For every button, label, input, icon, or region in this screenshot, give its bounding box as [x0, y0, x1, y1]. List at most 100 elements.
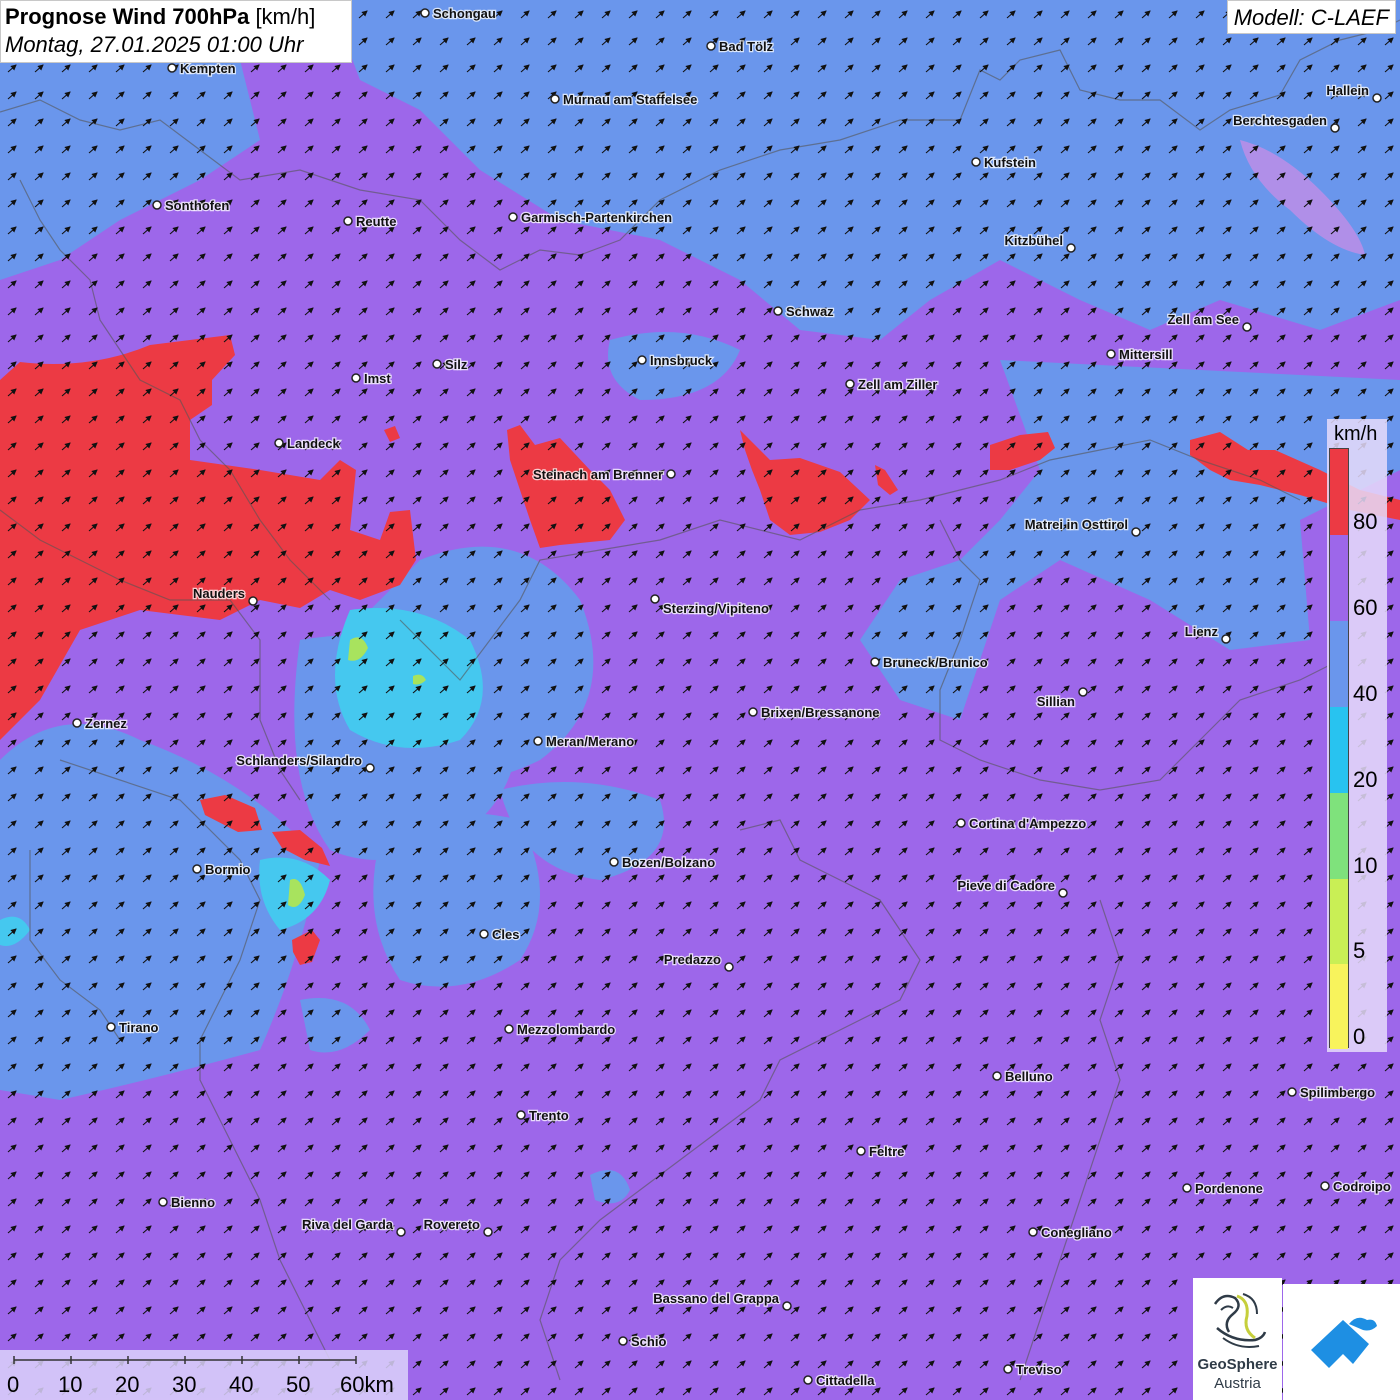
city-dot [1320, 1181, 1330, 1191]
city-label: Kufstein [984, 155, 1036, 170]
color-legend: km/h 80 60 40 20 10 5 0 [1327, 419, 1387, 1052]
legend-unit: km/h [1334, 423, 1378, 445]
city-label: Bienno [171, 1195, 215, 1210]
city-dot [1330, 123, 1340, 133]
city-dot [1078, 687, 1088, 697]
city-dot [609, 857, 619, 867]
city-dot [1003, 1364, 1013, 1374]
city-marker: Zell am Ziller [845, 376, 939, 393]
city-dot [479, 929, 489, 939]
city-marker: Bruneck/Brunico [870, 654, 989, 671]
city-marker: Spilimbergo [1287, 1084, 1376, 1101]
scale-line [13, 1356, 357, 1364]
city-dot [637, 355, 647, 365]
city-marker: Pordenone [1182, 1180, 1264, 1197]
city-dot [550, 94, 560, 104]
city-label: Spilimbergo [1300, 1085, 1375, 1100]
city-label: Sillian [1037, 694, 1075, 709]
city-label: Schwaz [786, 304, 834, 319]
legend-seg-80 [1330, 449, 1348, 535]
city-dot [365, 763, 375, 773]
city-label: Innsbruck [650, 353, 713, 368]
legend-label-80: 80 [1353, 509, 1378, 534]
legend-label-10: 10 [1353, 853, 1378, 878]
map-title-main: Prognose Wind 700hPa [5, 4, 250, 29]
scale-label-60: 60km [340, 1372, 394, 1397]
city-dot [1131, 527, 1141, 537]
city-dot [845, 379, 855, 389]
city-dot [956, 818, 966, 828]
city-marker: Murnau am Staffelsee [550, 91, 699, 108]
city-label: Garmisch-Partenkirchen [521, 210, 672, 225]
city-marker: Conegliano [1028, 1224, 1113, 1241]
legend-seg-20 [1330, 707, 1348, 793]
city-label: Meran/Merano [546, 734, 634, 749]
city-dot [343, 216, 353, 226]
city-dot [192, 864, 202, 874]
city-dot [803, 1375, 813, 1385]
city-label: Matrei in Osttirol [1025, 517, 1128, 532]
wind-map[interactable]: Schongau Bad Tölz Kempten Murnau am Staffel… [0, 0, 1400, 1400]
city-dot [504, 1024, 514, 1034]
city-dot [650, 594, 660, 604]
city-dot [533, 736, 543, 746]
city-label: Codroipo [1333, 1179, 1391, 1194]
city-label: Cortina d'Ampezzo [969, 816, 1086, 831]
partner-logo[interactable] [1283, 1284, 1400, 1400]
title-box: Prognose Wind 700hPa [km/h] Montag, 27.0… [0, 0, 352, 63]
city-dot [483, 1227, 493, 1237]
city-label: Hallein [1326, 83, 1369, 98]
city-label: Bruneck/Brunico [883, 655, 988, 670]
city-label: Kempten [180, 61, 236, 76]
city-label: Sonthofen [165, 198, 229, 213]
city-label: Riva del Garda [302, 1217, 394, 1232]
city-dot [1221, 634, 1231, 644]
city-marker: Steinach am Brenner [532, 466, 676, 483]
city-dot [618, 1336, 628, 1346]
forecast-datetime: Montag, 27.01.2025 01:00 Uhr [5, 32, 304, 57]
city-dot [432, 359, 442, 369]
city-label: Reutte [356, 214, 396, 229]
city-dot [782, 1301, 792, 1311]
scale-label-20: 20 [115, 1372, 140, 1397]
city-label: Zernez [85, 716, 127, 731]
city-marker: Brixen/Bressanone [748, 704, 881, 721]
city-label: Cles [492, 927, 519, 942]
scale-label-0: 0 [7, 1372, 20, 1397]
city-dot [152, 200, 162, 210]
city-label: Schio [631, 1334, 666, 1349]
city-marker: Meran/Merano [533, 733, 635, 750]
map-title: Prognose Wind 700hPa [km/h] [5, 3, 351, 31]
scale-label-30: 30 [172, 1372, 197, 1397]
geosphere-logo[interactable]: GeoSphere Austria [1193, 1278, 1282, 1400]
city-dot [248, 596, 258, 606]
city-dot [971, 157, 981, 167]
legend-label-0: 0 [1353, 1024, 1366, 1049]
legend-colorbar [1329, 448, 1349, 1049]
city-dot [1066, 243, 1076, 253]
city-label: Trento [529, 1108, 569, 1123]
city-label: Bormio [205, 862, 251, 877]
city-marker: Bozen/Bolzano [609, 854, 716, 871]
city-marker: Sonthofen [152, 197, 231, 214]
city-label: Brixen/Bressanone [761, 705, 880, 720]
city-label: Mittersill [1119, 347, 1172, 362]
city-dot [773, 306, 783, 316]
city-dot [72, 718, 82, 728]
city-dot [158, 1197, 168, 1207]
city-label: Pieve di Cadore [957, 878, 1055, 893]
city-label: Sterzing/Vipiteno [663, 601, 769, 616]
model-label: Modell: C-LAEF [1226, 0, 1396, 34]
city-label: Tirano [119, 1020, 159, 1035]
city-label: Lienz [1185, 624, 1219, 639]
city-label: Rovereto [424, 1217, 480, 1232]
city-dot [106, 1022, 116, 1032]
city-label: Kitzbühel [1005, 233, 1064, 248]
city-dot [666, 469, 676, 479]
city-dot [706, 41, 716, 51]
city-label: Mezzolombardo [517, 1022, 615, 1037]
scale-label-10: 10 [58, 1372, 83, 1397]
city-dot [724, 962, 734, 972]
city-dot [992, 1071, 1002, 1081]
legend-seg-40 [1330, 621, 1348, 707]
